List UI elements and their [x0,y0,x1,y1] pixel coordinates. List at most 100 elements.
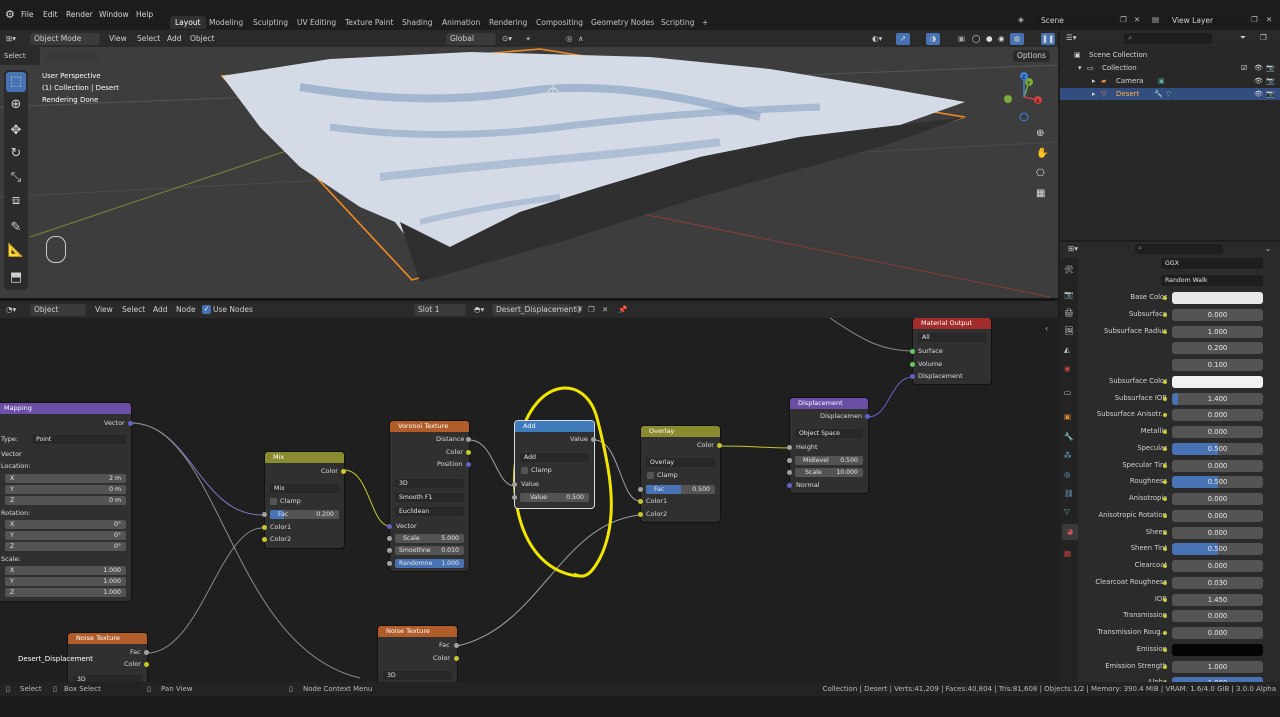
noise2-title[interactable]: Noise Texture [378,626,457,637]
material-sphere-icon[interactable]: ◓▾ [474,304,484,316]
add-value-input-socket[interactable] [512,482,517,487]
property-value-field[interactable]: 1.000 [1172,326,1263,338]
menu-help[interactable]: Help [136,0,153,29]
material-tab-icon[interactable]: ◕ [1062,524,1078,540]
voronoi-scale-field[interactable]: Scale 5.000 [395,534,464,543]
new-view-layer-icon[interactable]: ❐ [1251,15,1258,24]
overlay-fac-field[interactable]: Fac 0.500 [646,485,715,494]
add-value-output-socket[interactable] [591,437,596,442]
physics-tab-icon[interactable]: ◎ [1064,470,1071,479]
xray-icon[interactable]: ▣ [958,33,965,45]
mapping-rot-x-field[interactable]: X 0° [5,520,126,529]
property-socket-icon[interactable] [1163,648,1167,652]
property-value-field[interactable]: 0.000 [1172,409,1263,421]
menu-edit[interactable]: Edit [43,0,58,29]
node-menu-node[interactable]: Node [176,304,196,316]
tab-texture-paint[interactable]: Texture Paint [340,16,398,29]
modifier-tab-icon[interactable]: 🔧 [1064,432,1073,441]
proportional-edit-icon[interactable]: ◎ [566,33,573,45]
tab-animation[interactable]: Animation [437,16,485,29]
property-socket-icon[interactable] [1163,313,1167,317]
expand-collection-icon[interactable]: ▾ [1078,62,1082,74]
tab-sculpting[interactable]: Sculpting [248,16,293,29]
scene-tab-icon[interactable]: ◭ [1064,345,1070,354]
delete-scene-icon[interactable]: ✕ [1134,15,1140,24]
outliner-item-desert[interactable]: Desert [1116,88,1139,100]
navigation-gizmo[interactable]: X Y Z [996,70,1046,122]
camera-visibility-icon[interactable]: 👁 [1254,75,1263,87]
mapping-scale-z-field[interactable]: Z 1.000 [5,588,126,597]
overlay-clamp-checkbox[interactable] [647,472,654,479]
properties-options-icon[interactable]: ⌄ [1265,244,1271,253]
camera-render-icon[interactable]: 📷 [1266,75,1275,87]
shader-type-dropdown[interactable]: Object [30,304,86,316]
gizmo-toggle-icon[interactable]: ↗ [896,33,910,45]
render-tab-icon[interactable]: 📷 [1064,290,1073,299]
use-nodes-checkbox[interactable]: ✓ [202,305,211,314]
viewport-menu-add[interactable]: Add [167,33,182,45]
mix-blend-dropdown[interactable]: Mix [270,484,339,493]
tab-uv-editing[interactable]: UV Editing [292,16,341,29]
pivot-icon[interactable]: ⊙▾ [502,33,512,45]
displacement-space-dropdown[interactable]: Object Space [795,429,863,438]
property-socket-icon[interactable] [1163,614,1167,618]
gizmo-neg-y-handle[interactable] [1004,95,1012,103]
property-value-field[interactable]: 0.500 [1172,476,1263,488]
cursor-tool-icon[interactable]: ⊕ [6,95,26,115]
property-value-field[interactable] [1172,644,1263,656]
property-value-field[interactable]: 0.200 [1172,342,1263,354]
add-operation-dropdown[interactable]: Add [520,453,589,462]
property-value-field[interactable]: 1.450 [1172,594,1263,606]
displacement-node-title[interactable]: Displacement [790,398,868,409]
voronoi-vector-socket[interactable] [387,524,392,529]
property-socket-icon[interactable] [1163,581,1167,585]
properties-search-input[interactable] [1135,244,1223,254]
property-socket-icon[interactable] [1163,514,1167,518]
slot-dropdown[interactable]: Slot 1 [414,304,466,316]
data-tab-icon[interactable]: ▽ [1064,507,1070,516]
tab-modeling[interactable]: Modeling [204,16,248,29]
property-value-field[interactable]: 0.000 [1172,426,1263,438]
add-value-field[interactable]: Value 0.500 [520,493,589,502]
property-socket-icon[interactable] [1163,497,1167,501]
material-output-title[interactable]: Material Output [913,318,991,329]
overlay-toggle-icon[interactable]: ◑ [926,33,940,45]
mapping-loc-z-field[interactable]: Z 0 m [5,496,126,505]
shading-wireframe-icon[interactable]: ◯ [972,33,980,45]
output-tab-icon[interactable]: 🖨 [1064,308,1074,317]
node-editor-type-icon[interactable]: ◔▾ [6,304,16,316]
noise2-dimensions-dropdown[interactable]: 3D [383,671,452,680]
mapping-loc-x-field[interactable]: X 2 m [5,474,126,483]
noise2-color-socket[interactable] [454,656,459,661]
property-socket-icon[interactable] [1163,413,1167,417]
mix-color2-socket[interactable] [262,537,267,542]
fake-user-icon[interactable]: 🛡 [574,304,584,316]
select-mode-buttons[interactable] [46,52,98,62]
pin-icon[interactable]: 📌 [618,304,627,316]
add-node-title[interactable]: Add [515,421,594,432]
voronoi-feature-dropdown[interactable]: Smooth F1 [395,493,464,502]
view-layer-selector[interactable]: View Layer [1168,15,1248,27]
noise2-fac-socket[interactable] [454,643,459,648]
property-value-field[interactable]: 0.000 [1172,510,1263,522]
scale-tool-icon[interactable]: ⤡ [6,168,26,188]
property-socket-icon[interactable] [1163,296,1167,300]
tab-rendering[interactable]: Rendering [484,16,532,29]
distribution-dropdown[interactable]: GGX [1161,258,1263,269]
property-value-field[interactable] [1172,292,1263,304]
output-volume-socket[interactable] [910,362,915,367]
property-socket-icon[interactable] [1163,631,1167,635]
menu-window[interactable]: Window [99,0,129,29]
output-surface-socket[interactable] [910,349,915,354]
property-value-field[interactable]: 0.000 [1172,627,1263,639]
select-box-label[interactable]: Select Box [0,47,40,78]
move-tool-icon[interactable]: ✥ [6,121,26,141]
voronoi-position-socket[interactable] [466,462,471,467]
mapping-vector-output-socket[interactable] [128,421,133,426]
desert-visibility-icon[interactable]: 👁 [1254,88,1263,100]
falloff-icon[interactable]: ∧ [578,33,584,45]
annotate-tool-icon[interactable]: ✎ [6,218,26,238]
noise1-dimensions-dropdown[interactable]: 3D [73,675,142,682]
material-output-target-dropdown[interactable]: All [918,333,986,342]
mapping-node-title[interactable]: Mapping [0,403,131,414]
